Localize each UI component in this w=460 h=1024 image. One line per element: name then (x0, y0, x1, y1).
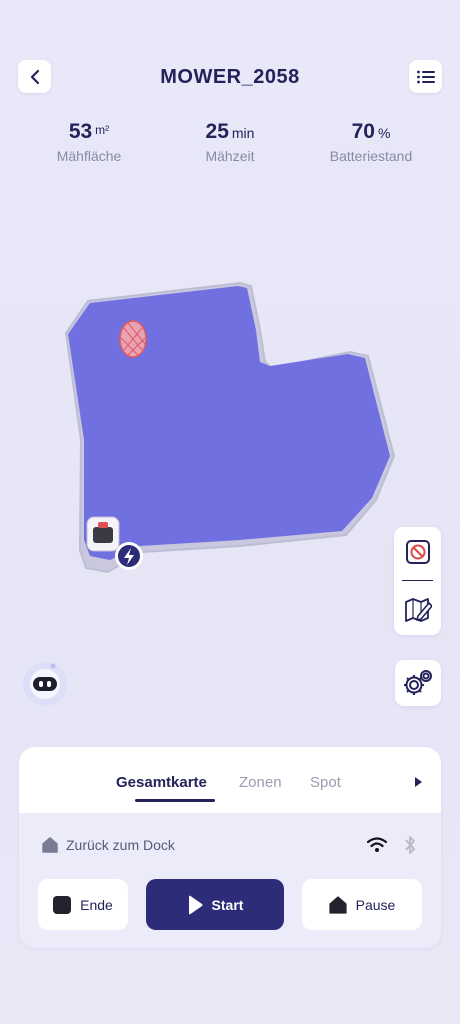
stat-value: 53 (68, 120, 93, 143)
home-dock-icon (329, 895, 347, 914)
tabs-next-icon[interactable] (413, 776, 423, 788)
top-bar: MOWER_2058 (0, 60, 460, 96)
end-button[interactable]: Ende (38, 879, 128, 930)
pause-button[interactable]: Pause (302, 879, 422, 930)
settings-button[interactable] (395, 660, 441, 706)
tab-gesamtkarte[interactable]: Gesamtkarte (116, 774, 207, 791)
stat-battery: 70% Batteriestand (301, 120, 441, 164)
edit-map-button[interactable] (394, 585, 441, 635)
stats-row: 53 m² Mähfläche 25 min Mähzeit 70% Batteri… (0, 120, 460, 170)
control-card: Gesamtkarte Zonen Spot Zurück zum Dock E… (19, 747, 441, 948)
stop-icon (53, 895, 72, 914)
start-button[interactable]: Start (146, 879, 284, 930)
home-icon (42, 837, 58, 853)
list-icon (416, 70, 435, 83)
no-go-zone-icon (405, 540, 430, 564)
stat-mowing-time: 25 min Mähzeit (160, 120, 300, 164)
status-text: Zurück zum Dock (66, 837, 175, 853)
pause-button-label: Pause (355, 896, 396, 913)
stat-unit: % (377, 125, 391, 141)
no-go-zone[interactable] (119, 320, 147, 358)
charging-dock-icon[interactable] (115, 542, 143, 570)
wifi-icon (367, 837, 387, 852)
map-tabs: Gesamtkarte Zonen Spot (19, 747, 441, 813)
robot-assistant-icon (23, 662, 67, 706)
stat-unit: m² (95, 123, 110, 137)
stat-label: Batteriestand (329, 148, 413, 164)
mower-icon[interactable] (86, 516, 120, 552)
settings-gear-icon (404, 670, 432, 695)
active-tab-indicator (135, 799, 215, 802)
stat-label: Mähfläche (56, 148, 122, 164)
tab-zonen[interactable]: Zonen (239, 774, 282, 791)
page-title: MOWER_2058 (160, 66, 300, 88)
status-row: Zurück zum Dock (41, 835, 421, 857)
map-tools-panel (394, 527, 441, 635)
stat-unit: min (231, 125, 255, 141)
end-button-label: Ende (80, 896, 113, 913)
play-icon (187, 895, 203, 915)
stat-value: 70 (351, 120, 375, 143)
no-go-zone-button[interactable] (394, 527, 441, 577)
stat-label: Mähzeit (205, 148, 255, 164)
assistant-button[interactable] (20, 658, 70, 708)
menu-button[interactable] (409, 60, 442, 93)
bluetooth-icon (405, 836, 415, 854)
tab-spot[interactable]: Spot (310, 774, 341, 791)
start-button-label: Start (211, 896, 244, 913)
divider (402, 580, 433, 581)
lawn-map[interactable] (0, 270, 460, 590)
stat-mowing-area: 53 m² Mähfläche (19, 120, 159, 164)
edit-map-icon (404, 598, 432, 622)
stat-value: 25 (205, 120, 229, 143)
